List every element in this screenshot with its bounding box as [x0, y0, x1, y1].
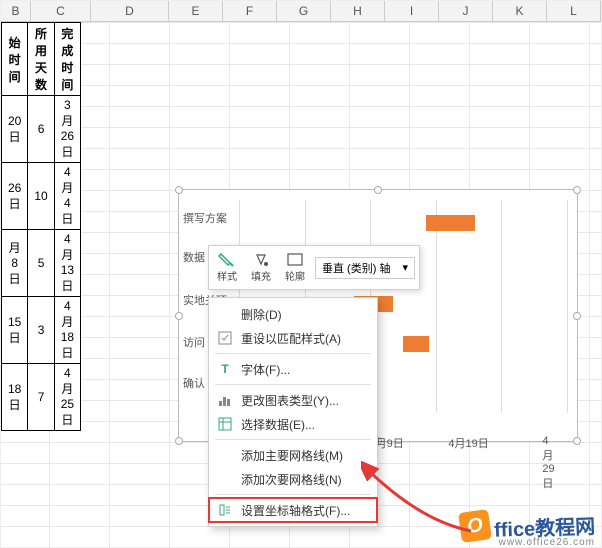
outline-button[interactable]: 轮廓 — [281, 250, 309, 285]
axis-select-combo[interactable]: 垂直 (类别) 轴 ▾ — [315, 257, 415, 279]
header-start[interactable]: 始时间 — [2, 23, 28, 96]
font-icon: T — [217, 361, 233, 377]
ctx-add-major-gridlines[interactable]: 添加主要网格线(M) — [209, 443, 377, 467]
select-data-icon — [217, 416, 233, 432]
blank-icon — [217, 306, 233, 322]
y-category: 访问 — [183, 333, 205, 353]
fill-button[interactable]: 填充 — [247, 250, 275, 285]
x-tick: 4月19日 — [448, 435, 488, 451]
table-row: 月8日54月13日 — [2, 230, 81, 297]
col-b[interactable]: B — [1, 1, 31, 22]
mini-toolbar: 样式 填充 轮廓 垂直 (类别) 轴 ▾ — [208, 245, 420, 290]
y-category: 确认 — [183, 374, 205, 394]
format-axis-icon — [217, 502, 233, 518]
col-d[interactable]: D — [91, 1, 169, 22]
watermark-url: www.office26.com — [499, 537, 595, 548]
header-end[interactable]: 完成时间 — [54, 23, 80, 96]
col-f[interactable]: F — [223, 1, 277, 22]
col-h[interactable]: H — [331, 1, 385, 22]
col-e[interactable]: E — [169, 1, 223, 22]
chart-bar — [403, 336, 429, 352]
ctx-reset-style[interactable]: 重设以匹配样式(A) — [209, 326, 377, 350]
ctx-change-chart-type[interactable]: 更改图表类型(Y)... — [209, 388, 377, 412]
blank-icon — [217, 447, 233, 463]
col-i[interactable]: I — [385, 1, 439, 22]
blank-icon — [217, 471, 233, 487]
table-header-row: 始时间 所用天数 完成时间 — [2, 23, 81, 96]
annotation-arrow — [361, 461, 481, 541]
ctx-font[interactable]: T 字体(F)... — [209, 357, 377, 381]
table-row: 15日34月18日 — [2, 297, 81, 364]
y-category: 撰写方案 — [183, 209, 227, 229]
chevron-down-icon: ▾ — [402, 261, 408, 274]
col-j[interactable]: J — [439, 1, 493, 22]
header-days[interactable]: 所用天数 — [28, 23, 54, 96]
table-row: 26日104月4日 — [2, 163, 81, 230]
col-k[interactable]: K — [493, 1, 547, 22]
fill-icon — [252, 252, 270, 268]
ctx-delete[interactable]: 删除(D) — [209, 302, 377, 326]
reset-icon — [217, 330, 233, 346]
table-row: 18日74月25日 — [2, 364, 81, 431]
column-headers: B C D E F G H I J K L — [1, 1, 601, 22]
style-button[interactable]: 样式 — [213, 250, 241, 285]
paintbrush-icon — [218, 252, 236, 268]
chart-bar — [426, 215, 475, 231]
x-tick: 4月29日 — [542, 435, 558, 491]
ctx-select-data[interactable]: 选择数据(E)... — [209, 412, 377, 436]
col-g[interactable]: G — [277, 1, 331, 22]
context-menu: 删除(D) 重设以匹配样式(A) T 字体(F)... 更改图表类型(Y)...… — [208, 297, 378, 527]
col-l[interactable]: L — [547, 1, 601, 22]
col-c[interactable]: C — [31, 1, 91, 22]
outline-icon — [286, 252, 304, 268]
ctx-format-axis[interactable]: 设置坐标轴格式(F)... — [209, 498, 377, 522]
y-category: 数据 — [183, 248, 205, 268]
chart-type-icon — [217, 392, 233, 408]
ctx-add-minor-gridlines[interactable]: 添加次要网格线(N) — [209, 467, 377, 491]
table-row: 20日63月26日 — [2, 96, 81, 163]
